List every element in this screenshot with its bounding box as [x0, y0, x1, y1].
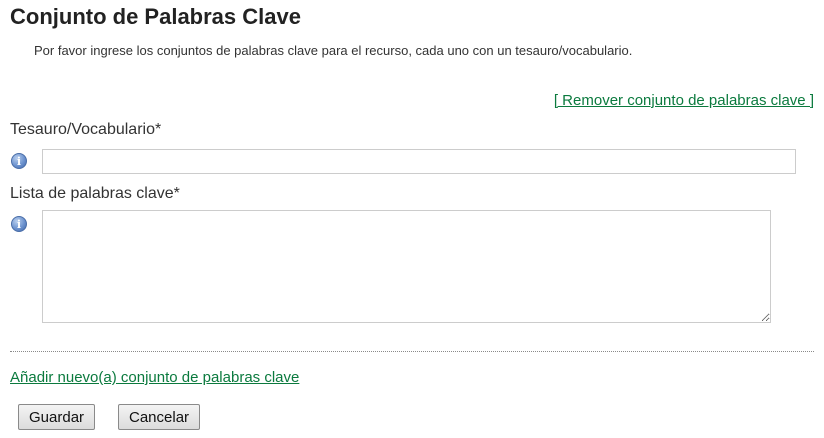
- cancel-button[interactable]: Cancelar: [118, 404, 201, 430]
- section-description: Por favor ingrese los conjuntos de palab…: [34, 43, 633, 58]
- thesaurus-input[interactable]: [42, 149, 796, 174]
- info-icon[interactable]: i: [11, 216, 27, 232]
- add-keyword-set-link[interactable]: Añadir nuevo(a) conjunto de palabras cla…: [10, 369, 299, 386]
- info-icon[interactable]: i: [11, 153, 27, 169]
- remove-keyword-set-link[interactable]: [ Remover conjunto de palabras clave ]: [554, 92, 814, 109]
- page-title: Conjunto de Palabras Clave: [10, 4, 301, 29]
- keyword-list-textarea[interactable]: [42, 210, 771, 323]
- save-button[interactable]: Guardar: [18, 404, 96, 430]
- thesaurus-label: Tesauro/Vocabulario*: [10, 121, 162, 138]
- keyword-list-label: Lista de palabras clave*: [10, 185, 180, 202]
- section-divider: [10, 351, 814, 352]
